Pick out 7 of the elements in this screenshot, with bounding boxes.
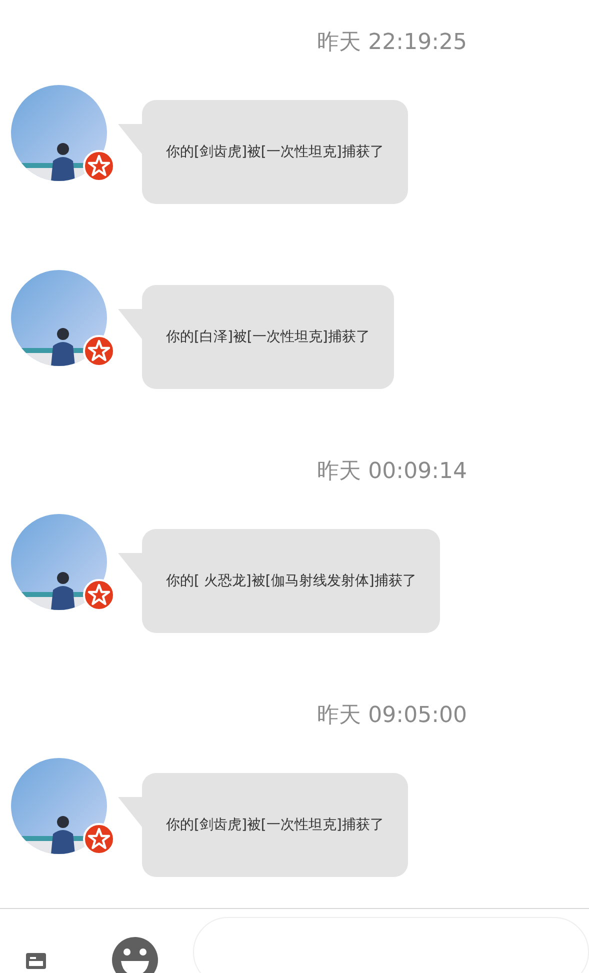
message-text: 你的[剑齿虎]被[一次性坦克]捕获了	[166, 816, 384, 834]
message-text: 你的[剑齿虎]被[一次性坦克]捕获了	[166, 142, 384, 162]
timestamp: 昨天 00:09:14	[317, 458, 467, 486]
timestamp: 昨天 22:19:25	[317, 29, 467, 57]
message-text: 你的[ 火恐龙]被[伽马射线发射体]捕获了	[166, 572, 416, 590]
timestamp: 昨天 09:05:00	[317, 702, 467, 730]
message-text: 你的[白泽]被[一次性坦克]捕获了	[166, 328, 370, 346]
